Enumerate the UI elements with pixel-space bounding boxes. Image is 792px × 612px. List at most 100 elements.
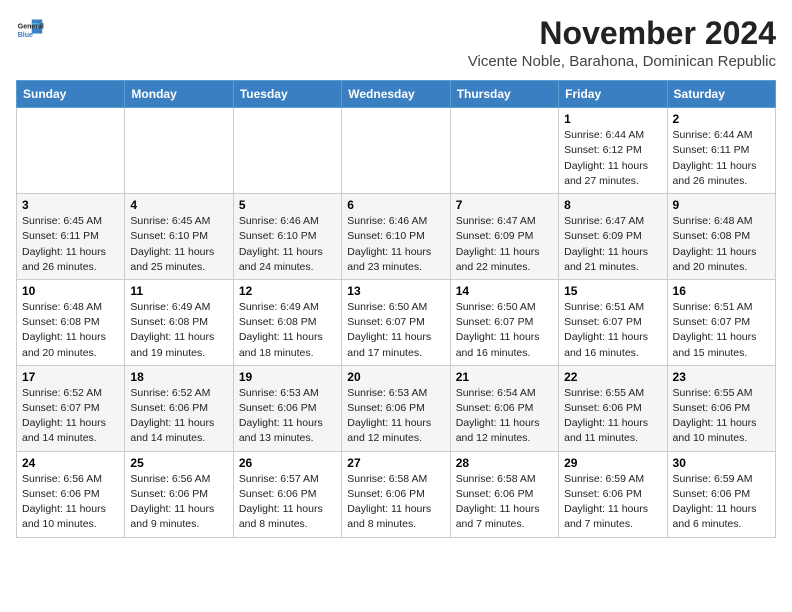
calendar-day-cell: 18 Sunrise: 6:52 AM Sunset: 6:06 PM Dayli… <box>125 365 233 451</box>
calendar-week-row: 1 Sunrise: 6:44 AM Sunset: 6:12 PM Daylig… <box>17 108 776 194</box>
day-info: Sunrise: 6:45 AM Sunset: 6:11 PM Dayligh… <box>22 214 119 275</box>
day-info: Sunrise: 6:58 AM Sunset: 6:06 PM Dayligh… <box>456 472 553 533</box>
calendar-table: SundayMondayTuesdayWednesdayThursdayFrid… <box>16 80 776 537</box>
day-info: Sunrise: 6:44 AM Sunset: 6:12 PM Dayligh… <box>564 128 661 189</box>
day-number: 16 <box>673 284 770 298</box>
day-info: Sunrise: 6:50 AM Sunset: 6:07 PM Dayligh… <box>456 300 553 361</box>
day-info: Sunrise: 6:48 AM Sunset: 6:08 PM Dayligh… <box>22 300 119 361</box>
day-number: 26 <box>239 456 336 470</box>
calendar-week-row: 3 Sunrise: 6:45 AM Sunset: 6:11 PM Daylig… <box>17 194 776 280</box>
calendar-day-cell: 24Sunrise: 6:56 AM Sunset: 6:06 PM Dayli… <box>17 451 125 537</box>
day-info: Sunrise: 6:53 AM Sunset: 6:06 PM Dayligh… <box>239 386 336 447</box>
calendar-day-cell <box>125 108 233 194</box>
calendar-day-cell: 9 Sunrise: 6:48 AM Sunset: 6:08 PM Daylig… <box>667 194 775 280</box>
calendar-day-cell <box>342 108 450 194</box>
day-number: 17 <box>22 370 119 384</box>
calendar-week-row: 17Sunrise: 6:52 AM Sunset: 6:07 PM Dayli… <box>17 365 776 451</box>
day-number: 3 <box>22 198 119 212</box>
day-info: Sunrise: 6:46 AM Sunset: 6:10 PM Dayligh… <box>239 214 336 275</box>
day-number: 18 <box>130 370 227 384</box>
day-number: 12 <box>239 284 336 298</box>
day-number: 6 <box>347 198 444 212</box>
day-info: Sunrise: 6:58 AM Sunset: 6:06 PM Dayligh… <box>347 472 444 533</box>
calendar-day-cell: 13 Sunrise: 6:50 AM Sunset: 6:07 PM Dayli… <box>342 279 450 365</box>
location-subtitle: Vicente Noble, Barahona, Dominican Repub… <box>468 53 776 70</box>
day-info: Sunrise: 6:52 AM Sunset: 6:06 PM Dayligh… <box>130 386 227 447</box>
calendar-day-cell: 6 Sunrise: 6:46 AM Sunset: 6:10 PM Daylig… <box>342 194 450 280</box>
day-number: 5 <box>239 198 336 212</box>
calendar-day-cell: 26 Sunrise: 6:57 AM Sunset: 6:06 PM Dayli… <box>233 451 341 537</box>
calendar-day-cell: 8Sunrise: 6:47 AM Sunset: 6:09 PM Daylig… <box>559 194 667 280</box>
calendar-day-cell: 1 Sunrise: 6:44 AM Sunset: 6:12 PM Daylig… <box>559 108 667 194</box>
svg-text:General: General <box>18 23 44 30</box>
day-number: 13 <box>347 284 444 298</box>
calendar-day-cell: 19Sunrise: 6:53 AM Sunset: 6:06 PM Dayli… <box>233 365 341 451</box>
logo: General Blue <box>16 16 44 44</box>
day-number: 7 <box>456 198 553 212</box>
day-info: Sunrise: 6:59 AM Sunset: 6:06 PM Dayligh… <box>673 472 770 533</box>
calendar-day-cell: 23 Sunrise: 6:55 AM Sunset: 6:06 PM Dayli… <box>667 365 775 451</box>
logo-icon: General Blue <box>16 16 44 44</box>
calendar-week-row: 10 Sunrise: 6:48 AM Sunset: 6:08 PM Dayli… <box>17 279 776 365</box>
day-info: Sunrise: 6:44 AM Sunset: 6:11 PM Dayligh… <box>673 128 770 189</box>
calendar-day-cell: 22Sunrise: 6:55 AM Sunset: 6:06 PM Dayli… <box>559 365 667 451</box>
title-block: November 2024 Vicente Noble, Barahona, D… <box>468 16 776 70</box>
calendar-day-cell: 20Sunrise: 6:53 AM Sunset: 6:06 PM Dayli… <box>342 365 450 451</box>
calendar-day-cell: 11 Sunrise: 6:49 AM Sunset: 6:08 PM Dayli… <box>125 279 233 365</box>
header-saturday: Saturday <box>667 81 775 108</box>
day-number: 2 <box>673 112 770 126</box>
calendar-day-cell <box>233 108 341 194</box>
day-number: 9 <box>673 198 770 212</box>
calendar-day-cell: 15 Sunrise: 6:51 AM Sunset: 6:07 PM Dayli… <box>559 279 667 365</box>
day-number: 21 <box>456 370 553 384</box>
header-tuesday: Tuesday <box>233 81 341 108</box>
calendar-day-cell: 17Sunrise: 6:52 AM Sunset: 6:07 PM Dayli… <box>17 365 125 451</box>
day-number: 23 <box>673 370 770 384</box>
day-info: Sunrise: 6:45 AM Sunset: 6:10 PM Dayligh… <box>130 214 227 275</box>
day-info: Sunrise: 6:49 AM Sunset: 6:08 PM Dayligh… <box>130 300 227 361</box>
day-number: 1 <box>564 112 661 126</box>
header-friday: Friday <box>559 81 667 108</box>
day-info: Sunrise: 6:51 AM Sunset: 6:07 PM Dayligh… <box>673 300 770 361</box>
month-title: November 2024 <box>468 16 776 51</box>
header-thursday: Thursday <box>450 81 558 108</box>
day-number: 27 <box>347 456 444 470</box>
day-info: Sunrise: 6:54 AM Sunset: 6:06 PM Dayligh… <box>456 386 553 447</box>
calendar-day-cell: 25 Sunrise: 6:56 AM Sunset: 6:06 PM Dayli… <box>125 451 233 537</box>
calendar-day-cell: 29Sunrise: 6:59 AM Sunset: 6:06 PM Dayli… <box>559 451 667 537</box>
page-header: General Blue November 2024 Vicente Noble… <box>16 16 776 70</box>
day-number: 20 <box>347 370 444 384</box>
day-number: 11 <box>130 284 227 298</box>
header-monday: Monday <box>125 81 233 108</box>
calendar-day-cell: 10 Sunrise: 6:48 AM Sunset: 6:08 PM Dayli… <box>17 279 125 365</box>
day-number: 25 <box>130 456 227 470</box>
day-info: Sunrise: 6:56 AM Sunset: 6:06 PM Dayligh… <box>130 472 227 533</box>
calendar-day-cell: 2 Sunrise: 6:44 AM Sunset: 6:11 PM Daylig… <box>667 108 775 194</box>
calendar-day-cell: 3 Sunrise: 6:45 AM Sunset: 6:11 PM Daylig… <box>17 194 125 280</box>
day-info: Sunrise: 6:49 AM Sunset: 6:08 PM Dayligh… <box>239 300 336 361</box>
day-number: 28 <box>456 456 553 470</box>
header-wednesday: Wednesday <box>342 81 450 108</box>
calendar-day-cell: 7Sunrise: 6:47 AM Sunset: 6:09 PM Daylig… <box>450 194 558 280</box>
day-number: 22 <box>564 370 661 384</box>
svg-text:Blue: Blue <box>18 32 33 39</box>
day-info: Sunrise: 6:59 AM Sunset: 6:06 PM Dayligh… <box>564 472 661 533</box>
calendar-day-cell: 16 Sunrise: 6:51 AM Sunset: 6:07 PM Dayli… <box>667 279 775 365</box>
calendar-day-cell: 28 Sunrise: 6:58 AM Sunset: 6:06 PM Dayli… <box>450 451 558 537</box>
day-number: 8 <box>564 198 661 212</box>
day-info: Sunrise: 6:55 AM Sunset: 6:06 PM Dayligh… <box>673 386 770 447</box>
calendar-day-cell: 5 Sunrise: 6:46 AM Sunset: 6:10 PM Daylig… <box>233 194 341 280</box>
day-info: Sunrise: 6:51 AM Sunset: 6:07 PM Dayligh… <box>564 300 661 361</box>
calendar-day-cell: 30Sunrise: 6:59 AM Sunset: 6:06 PM Dayli… <box>667 451 775 537</box>
calendar-day-cell: 14 Sunrise: 6:50 AM Sunset: 6:07 PM Dayli… <box>450 279 558 365</box>
day-number: 24 <box>22 456 119 470</box>
calendar-day-cell: 27 Sunrise: 6:58 AM Sunset: 6:06 PM Dayli… <box>342 451 450 537</box>
day-number: 10 <box>22 284 119 298</box>
day-info: Sunrise: 6:57 AM Sunset: 6:06 PM Dayligh… <box>239 472 336 533</box>
day-info: Sunrise: 6:48 AM Sunset: 6:08 PM Dayligh… <box>673 214 770 275</box>
calendar-day-cell: 4Sunrise: 6:45 AM Sunset: 6:10 PM Daylig… <box>125 194 233 280</box>
day-number: 15 <box>564 284 661 298</box>
day-info: Sunrise: 6:46 AM Sunset: 6:10 PM Dayligh… <box>347 214 444 275</box>
day-number: 14 <box>456 284 553 298</box>
day-info: Sunrise: 6:50 AM Sunset: 6:07 PM Dayligh… <box>347 300 444 361</box>
